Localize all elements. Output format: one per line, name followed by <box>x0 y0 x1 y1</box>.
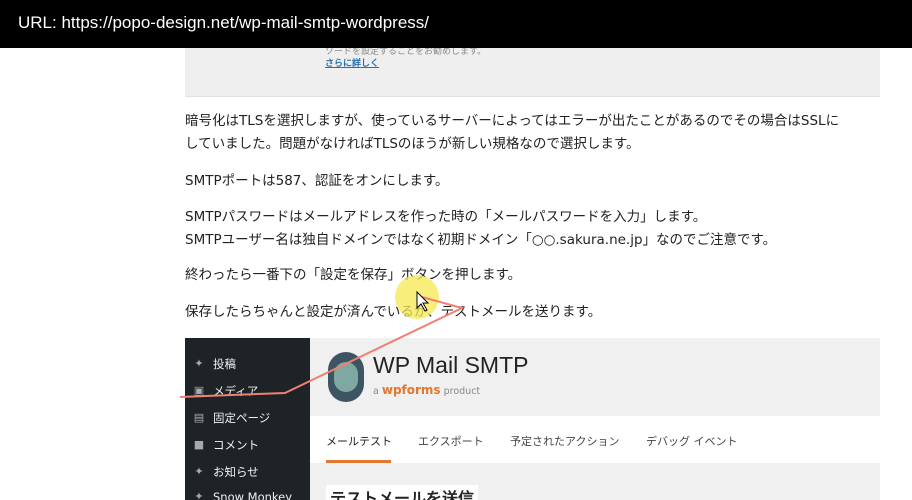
label: メディア <box>213 384 259 398</box>
text-line: SMTPパスワードはメールアドレスを作った時の「メールパスワードを入力」します。 <box>185 209 707 225</box>
paragraph-test: 保存したらちゃんと設定が済んでいるか、テストメールを送ります。 <box>185 304 602 320</box>
sidebar-item-media[interactable]: ▣ メディア <box>193 383 258 399</box>
admin-sidebar: ✦ 投稿 ▣ メディア ▤ 固定ページ ■ コメント ✦ お知らせ ✦ Snow Monke… <box>185 338 310 500</box>
comment-icon: ■ <box>193 438 205 451</box>
plugin-title: WP Mail SMTP <box>373 352 529 378</box>
embedded-screenshot-top: ソードを設定することをお勧めします。 さらに詳しく <box>185 40 880 97</box>
paragraph-save: 終わったら一番下の「設定を保存」ボタンを押します。 <box>185 267 522 283</box>
label: 固定ページ <box>213 411 271 425</box>
tab-scheduled-actions[interactable]: 予定されたアクション <box>510 433 619 449</box>
paragraph-port: SMTPポートは587、認証をオンにします。 <box>185 173 449 189</box>
label: コメント <box>213 438 259 452</box>
learn-more-link[interactable]: さらに詳しく <box>325 56 379 69</box>
sidebar-item-pages[interactable]: ▤ 固定ページ <box>193 410 270 426</box>
plugin-tabs: メールテスト エクスポート 予定されたアクション デバッグ イベント <box>310 416 880 463</box>
tab-export[interactable]: エクスポート <box>418 433 484 449</box>
media-icon: ▣ <box>193 384 205 397</box>
paragraph-password: SMTPパスワードはメールアドレスを作った時の「メールパスワードを入力」します。… <box>185 206 776 252</box>
text-line: 暗号化はTLSを選択しますが、使っているサーバーによってはエラーが出たことがある… <box>185 113 840 129</box>
label: Snow Monkey <box>213 490 293 500</box>
plugin-header: WP Mail SMTP a wpforms product <box>310 338 880 416</box>
pin-icon: ✦ <box>194 357 204 370</box>
label: お知らせ <box>213 465 259 479</box>
section-heading: テストメールを送信 <box>326 485 479 500</box>
tab-email-test[interactable]: メールテスト <box>326 433 392 449</box>
page-icon: ▤ <box>193 411 205 424</box>
text-line: SMTPユーザー名は独自ドメインではなく初期ドメイン「○○.sakura.ne.… <box>185 232 777 248</box>
sidebar-item-posts[interactable]: ✦ 投稿 <box>193 356 236 372</box>
sidebar-item-news[interactable]: ✦ お知らせ <box>193 464 259 480</box>
pin-icon: ✦ <box>194 490 204 500</box>
label: 投稿 <box>213 357 236 371</box>
pin-icon: ✦ <box>194 465 204 478</box>
url-bar: URL: https://popo-design.net/wp-mail-smt… <box>0 0 912 48</box>
sidebar-item-comments[interactable]: ■ コメント <box>193 437 259 453</box>
paragraph-encryption: 暗号化はTLSを選択しますが、使っているサーバーによってはエラーが出たことがある… <box>185 110 839 156</box>
pigeon-logo-icon <box>328 352 364 402</box>
sidebar-item-snow-monkey[interactable]: ✦ Snow Monkey <box>193 490 292 500</box>
text-line: していました。問題がなければTLSのほうが新しい規格なので選択します。 <box>185 136 640 152</box>
plugin-content: テストメールを送信 <box>310 463 880 500</box>
wp-admin-screenshot: ✦ 投稿 ▣ メディア ▤ 固定ページ ■ コメント ✦ お知らせ ✦ Snow Monke… <box>185 338 880 500</box>
plugin-subtitle: a wpforms product <box>373 383 481 397</box>
tab-debug-events[interactable]: デバッグ イベント <box>646 433 738 449</box>
